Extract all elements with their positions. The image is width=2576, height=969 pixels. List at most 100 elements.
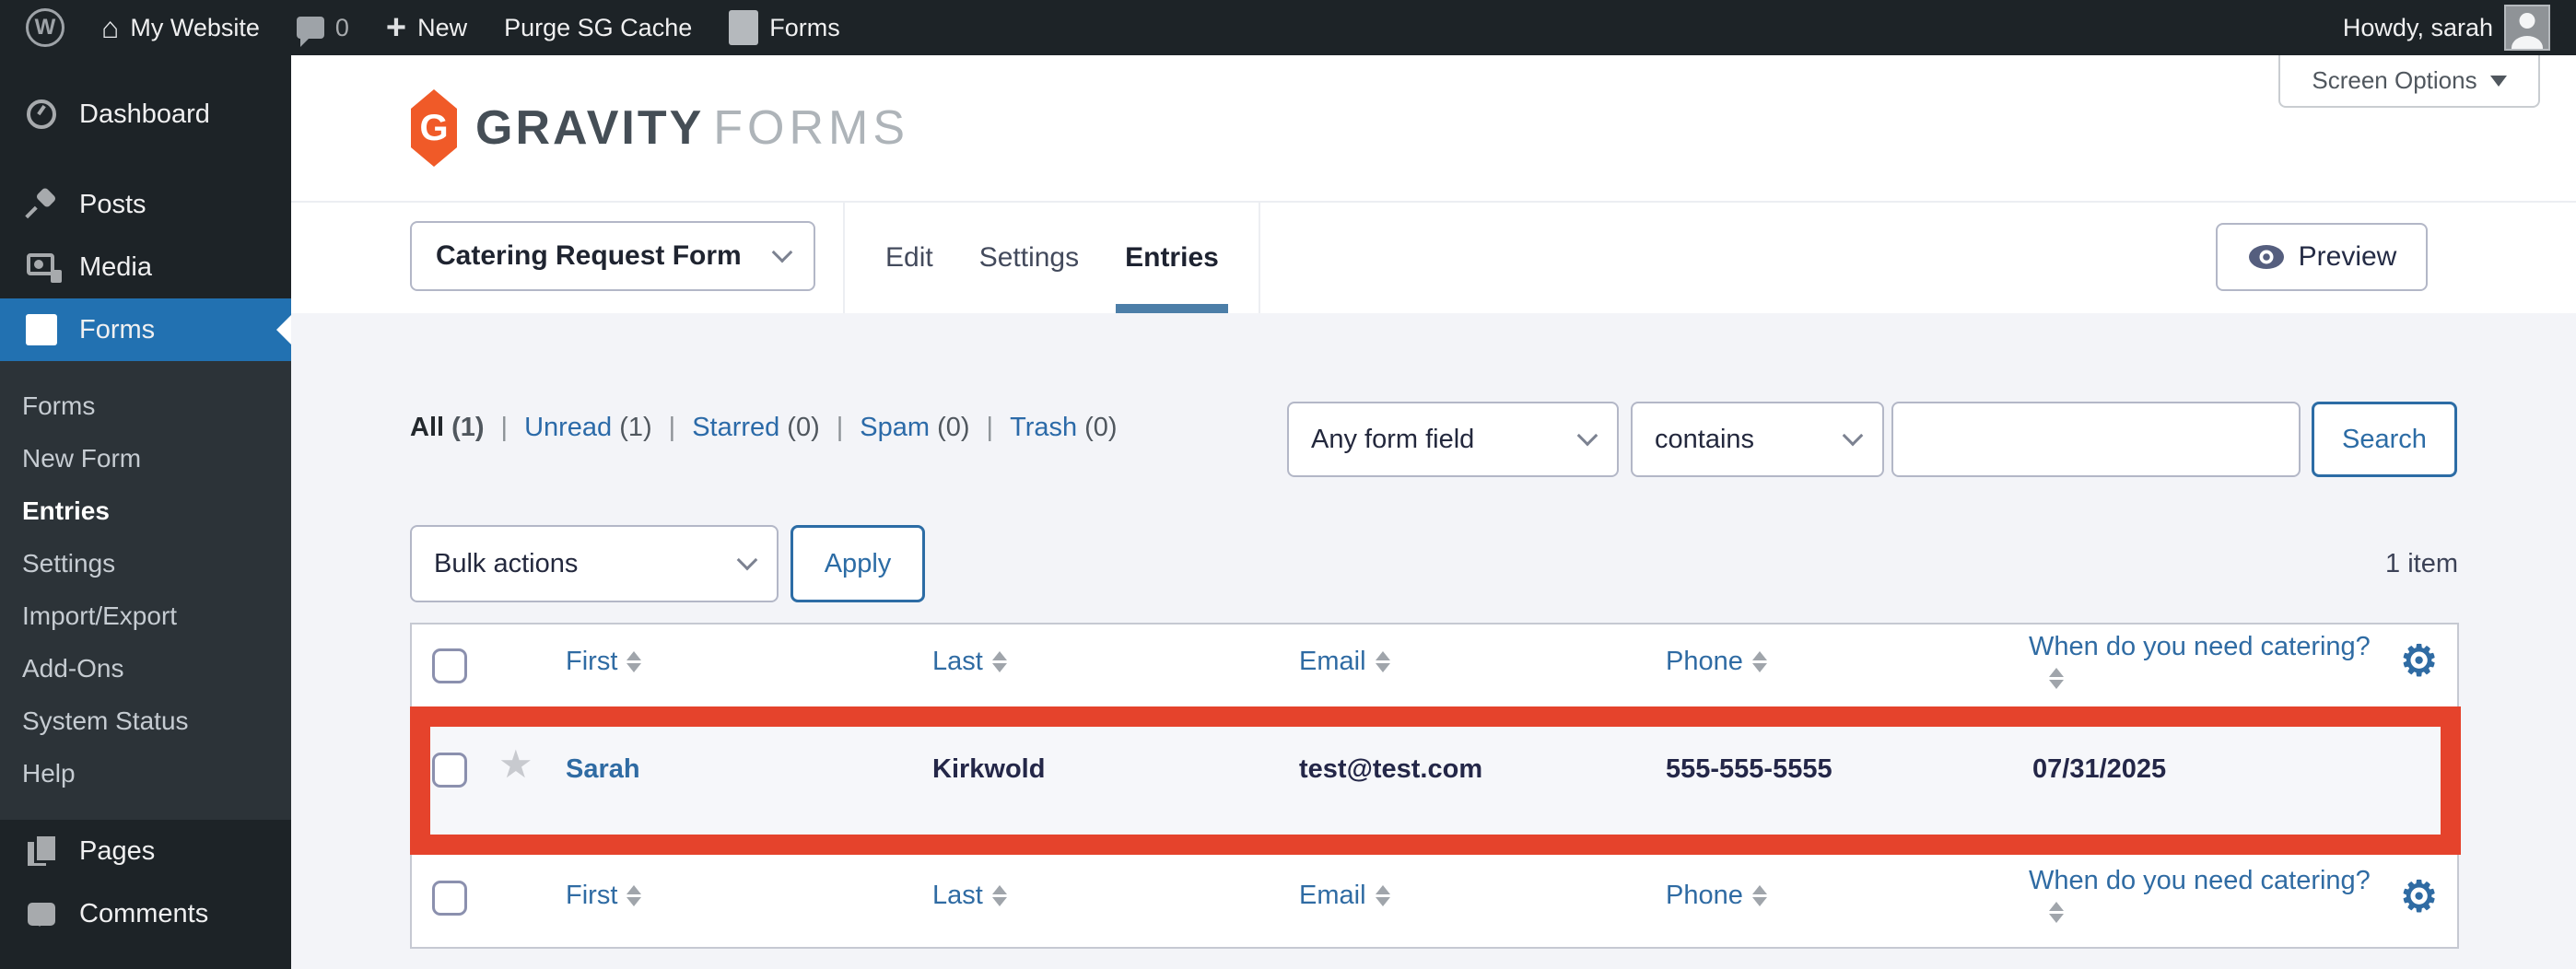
brand-secondary: FORMS [713,101,910,155]
entry-first-name-link[interactable]: Sarah [566,754,640,785]
column-settings-gear-icon[interactable]: ⚙ [2400,875,2438,917]
comments-bubble-icon [296,17,324,47]
tab-settings[interactable]: Settings [979,203,1079,313]
sort-icon [1375,651,1390,672]
submenu-item-help[interactable]: Help [0,747,291,800]
entry-email: test@test.com [1299,754,1483,784]
column-header-email[interactable]: Email [1299,647,1390,677]
sidebar-item-comments[interactable]: Comments [0,882,291,945]
search-operator-dropdown[interactable]: contains [1631,402,1884,477]
form-toolbar: Catering Request Form Edit Settings Entr… [291,201,2576,313]
column-footer-email[interactable]: Email [1299,881,1390,911]
wordpress-menu[interactable] [26,8,64,47]
search-operator-value: contains [1655,424,1755,454]
chevron-down-icon [1576,425,1598,447]
bulk-actions-value: Bulk actions [434,548,579,578]
submenu-item-import-export[interactable]: Import/Export [0,590,291,642]
column-footer-last[interactable]: Last [932,881,1007,911]
sidebar-item-label: Comments [79,898,209,928]
column-header-catering-date[interactable]: When do you need catering? [2029,632,2371,689]
avatar [2504,5,2550,51]
tab-entries[interactable]: Entries [1116,203,1228,313]
sidebar-item-posts[interactable]: Posts [0,173,291,236]
admin-sidebar: Dashboard Posts Media Forms Forms New Fo… [0,55,291,969]
sidebar-item-label: Dashboard [79,99,210,129]
filter-spam[interactable]: Spam (0) [860,413,969,443]
gravity-forms-icon [26,314,57,345]
chevron-down-icon [2489,75,2507,87]
entry-row-highlighted[interactable]: ★ Sarah Kirkwold test@test.com 555-555-5… [410,706,2461,855]
column-footer-catering-date[interactable]: When do you need catering? [2029,866,2371,923]
submenu-item-entries[interactable]: Entries [0,484,291,537]
comments-menu[interactable]: 0 [296,14,349,47]
entry-catering-date: 07/31/2025 [2032,754,2167,784]
sort-icon [626,651,642,672]
gravity-forms-icon [729,10,759,45]
column-settings-gear-icon[interactable]: ⚙ [2400,639,2438,682]
sidebar-item-forms[interactable]: Forms [0,298,291,361]
column-footer-phone[interactable]: Phone [1666,881,1767,911]
divider [1259,203,1260,313]
pages-icon [28,836,55,866]
sidebar-item-pages[interactable]: Pages [0,820,291,882]
chevron-down-icon [736,549,758,571]
star-icon[interactable]: ★ [498,745,533,784]
sidebar-item-media[interactable]: Media [0,236,291,298]
sidebar-item-appearance[interactable]: Appearance [0,963,291,969]
select-all-checkbox[interactable] [432,648,467,683]
search-button[interactable]: Search [2312,402,2457,477]
search-field-value: Any form field [1311,424,1475,454]
home-icon [101,13,119,42]
entry-last-name: Kirkwold [932,754,1046,784]
sidebar-item-label: Forms [79,314,156,344]
filter-trash[interactable]: Trash (0) [1010,413,1118,443]
row-checkbox[interactable] [432,753,467,788]
plus-icon [386,14,406,41]
filter-all[interactable]: All (1) [410,413,485,443]
submenu-item-settings[interactable]: Settings [0,537,291,590]
bulk-actions-dropdown[interactable]: Bulk actions [410,525,779,602]
sort-icon [1375,885,1390,906]
column-header-first[interactable]: First [566,647,642,677]
divider: | [500,413,509,442]
form-switcher-dropdown[interactable]: Catering Request Form [410,221,815,291]
brand-primary: GRAVITY [475,101,705,155]
search-field-dropdown[interactable]: Any form field [1287,402,1619,477]
howdy-label: Howdy, sarah [2342,13,2493,41]
sort-icon [991,885,1007,906]
new-content-menu[interactable]: New [386,14,467,42]
forms-admin-bar-label: Forms [769,13,840,41]
tab-edit[interactable]: Edit [885,203,933,313]
submenu-item-add-ons[interactable]: Add-Ons [0,642,291,695]
column-header-phone[interactable]: Phone [1666,647,1767,677]
gravity-forms-header: G GRAVITY FORMS [291,55,2576,201]
submenu-item-system-status[interactable]: System Status [0,695,291,747]
chevron-down-icon [1842,425,1864,447]
select-all-checkbox[interactable] [432,881,467,916]
apply-button[interactable]: Apply [790,525,925,602]
screen-options-label: Screen Options [2312,66,2477,94]
divider: | [836,413,844,442]
site-name-menu[interactable]: My Website [101,13,260,42]
forms-admin-bar-menu[interactable]: Forms [729,10,840,45]
media-icon [27,253,62,283]
howdy-account-menu[interactable]: Howdy, sarah [2343,5,2550,51]
search-input[interactable] [1891,402,2301,477]
column-header-last[interactable]: Last [932,647,1007,677]
submenu-item-new-form[interactable]: New Form [0,432,291,484]
items-count: 1 item [2385,549,2458,578]
pushpin-icon [26,189,57,220]
preview-button[interactable]: Preview [2216,223,2428,291]
filter-unread[interactable]: Unread (1) [524,413,652,443]
purge-sg-cache-menu[interactable]: Purge SG Cache [504,14,692,42]
comment-icon [28,902,55,927]
sidebar-item-label: Posts [79,189,146,219]
submenu-item-forms[interactable]: Forms [0,379,291,432]
new-label: New [417,13,468,41]
chevron-down-icon [771,241,793,263]
sidebar-item-dashboard[interactable]: Dashboard [0,83,291,146]
screen-options-button[interactable]: Screen Options [2278,55,2540,108]
column-footer-first[interactable]: First [566,881,642,911]
filter-starred[interactable]: Starred (0) [692,413,820,443]
divider [843,203,845,313]
